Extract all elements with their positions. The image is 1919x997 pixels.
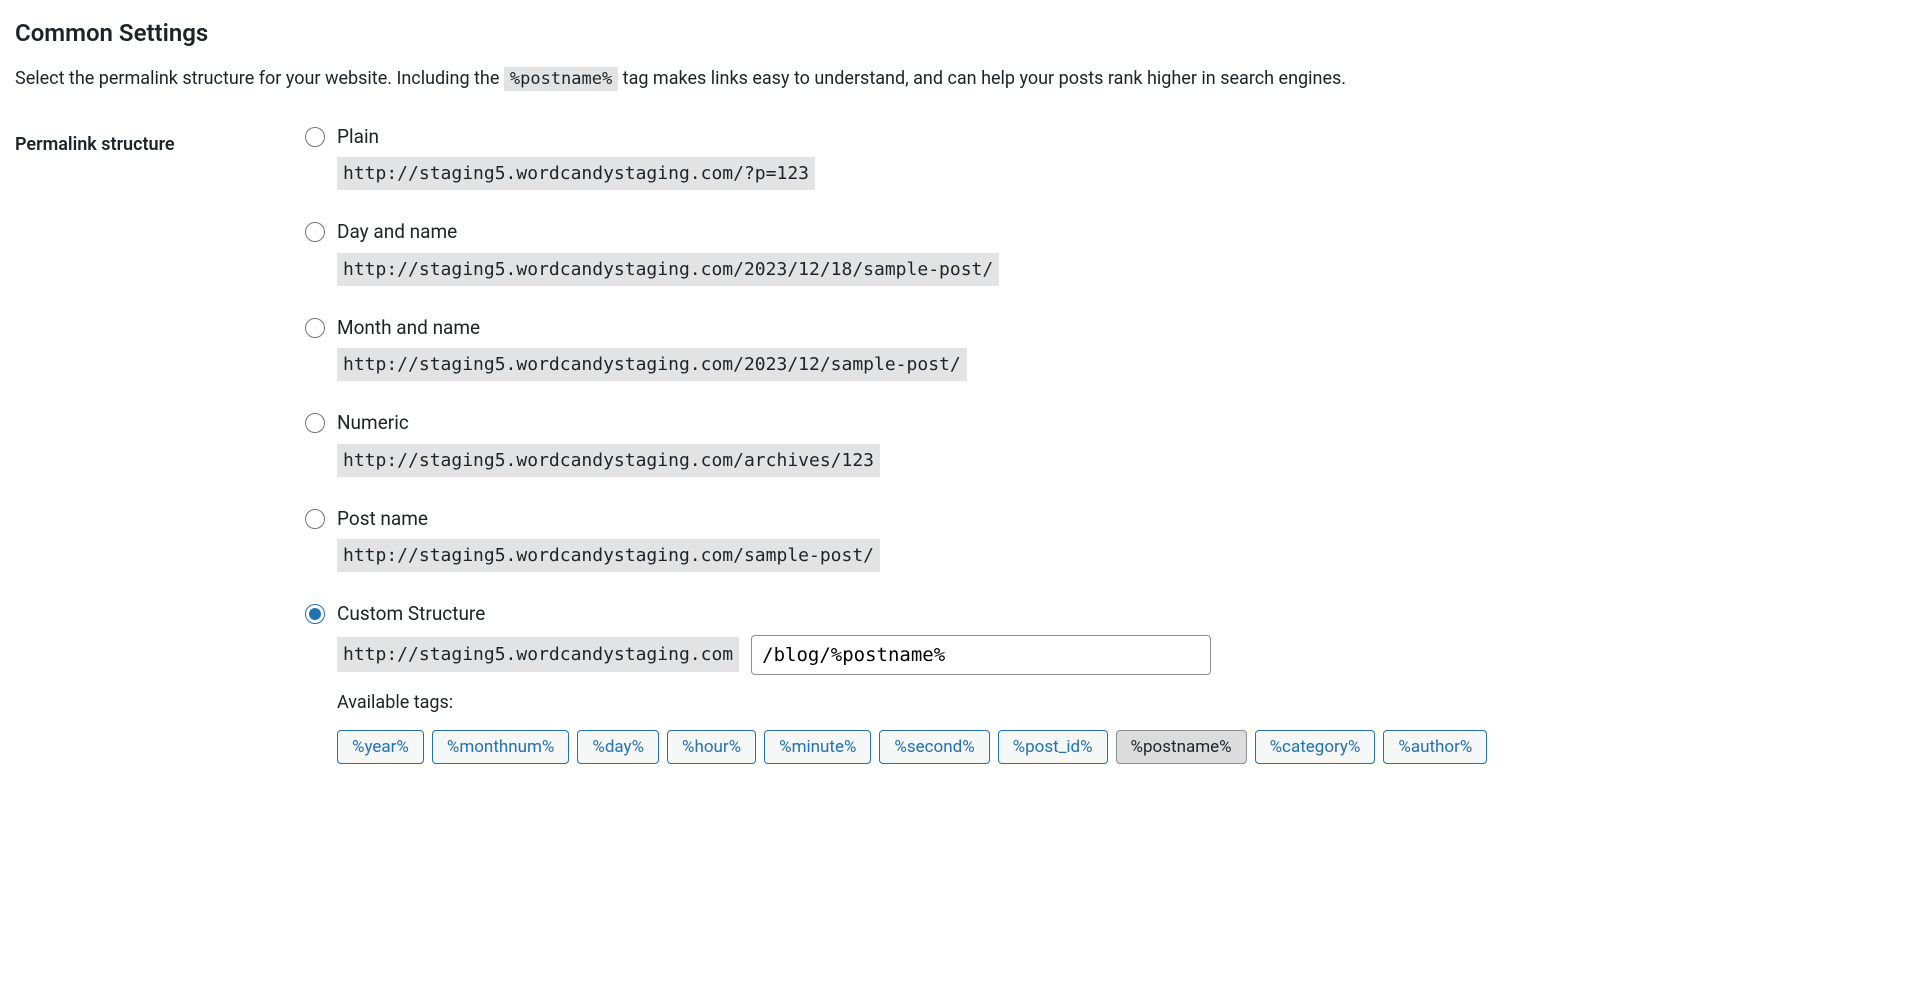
- tag-author[interactable]: %author%: [1383, 730, 1487, 764]
- tag-post-id[interactable]: %post_id%: [998, 730, 1108, 764]
- tag-postname[interactable]: %postname%: [1116, 730, 1247, 764]
- radio-numeric-label[interactable]: Numeric: [337, 409, 409, 438]
- available-tags-row: %year% %monthnum% %day% %hour% %minute% …: [337, 730, 1904, 764]
- radio-day-name[interactable]: [305, 222, 325, 242]
- description-code: %postname%: [504, 67, 618, 91]
- section-heading: Common Settings: [15, 15, 1904, 51]
- tag-monthnum[interactable]: %monthnum%: [432, 730, 570, 764]
- tag-category[interactable]: %category%: [1255, 730, 1376, 764]
- tag-hour[interactable]: %hour%: [667, 730, 756, 764]
- radio-plain[interactable]: [305, 127, 325, 147]
- radio-month-name-label[interactable]: Month and name: [337, 314, 480, 343]
- url-plain: http://staging5.wordcandystaging.com/?p=…: [337, 157, 815, 190]
- tag-minute[interactable]: %minute%: [764, 730, 871, 764]
- radio-post-name[interactable]: [305, 509, 325, 529]
- radio-day-name-label[interactable]: Day and name: [337, 218, 457, 247]
- url-month-name: http://staging5.wordcandystaging.com/202…: [337, 348, 967, 381]
- permalink-structure-options: Plain http://staging5.wordcandystaging.c…: [305, 123, 1904, 792]
- radio-custom-structure[interactable]: [305, 604, 325, 624]
- url-day-name: http://staging5.wordcandystaging.com/202…: [337, 253, 999, 286]
- tag-second[interactable]: %second%: [879, 730, 989, 764]
- permalink-structure-label: Permalink structure: [15, 123, 305, 158]
- custom-prefix: http://staging5.wordcandystaging.com: [337, 637, 739, 672]
- custom-structure-input[interactable]: [751, 635, 1211, 675]
- radio-plain-label[interactable]: Plain: [337, 123, 379, 152]
- radio-custom-structure-label[interactable]: Custom Structure: [337, 600, 485, 629]
- tag-year[interactable]: %year%: [337, 730, 424, 764]
- description-part2: tag makes links easy to understand, and …: [618, 68, 1346, 89]
- radio-numeric[interactable]: [305, 413, 325, 433]
- url-numeric: http://staging5.wordcandystaging.com/arc…: [337, 444, 880, 477]
- tag-day[interactable]: %day%: [577, 730, 659, 764]
- radio-month-name[interactable]: [305, 318, 325, 338]
- radio-post-name-label[interactable]: Post name: [337, 505, 428, 534]
- url-post-name: http://staging5.wordcandystaging.com/sam…: [337, 539, 880, 572]
- available-tags-label: Available tags:: [337, 689, 1904, 716]
- description-part1: Select the permalink structure for your …: [15, 68, 504, 89]
- description-text: Select the permalink structure for your …: [15, 65, 1904, 93]
